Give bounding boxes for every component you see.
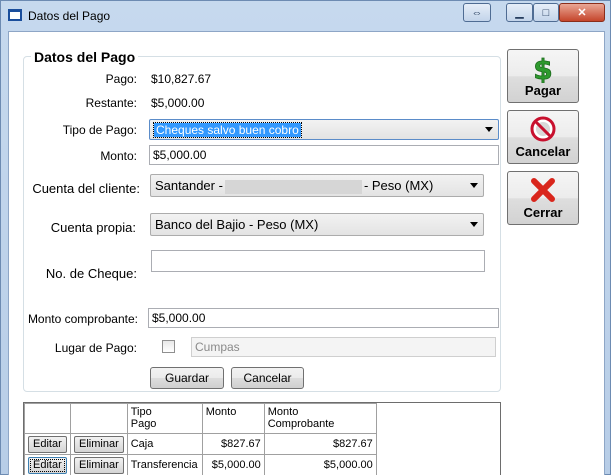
- window-client: Datos del Pago Pago: $10,827.67 Restante…: [8, 31, 605, 475]
- guardar-button[interactable]: Guardar: [150, 367, 224, 389]
- payment-window: Datos del Pago ⇔ ▁ □ ✕ Datos del Pago Pa…: [0, 0, 611, 475]
- restante-value: $5,000.00: [151, 96, 205, 110]
- cuenta-propia-selected: Banco del Bajio - Peso (MX): [155, 217, 319, 232]
- lugar-pago-checkbox[interactable]: [162, 340, 175, 353]
- row-monto: $827.67: [201, 433, 265, 455]
- cuenta-cliente-label: Cuenta del cliente:: [32, 181, 140, 196]
- grid-header-row: Tipo Pago Monto Monto Comprobante: [24, 403, 377, 434]
- cerrar-button[interactable]: Cerrar: [507, 171, 579, 225]
- grid-header-edit: [24, 403, 71, 434]
- row-tipo: Caja: [126, 433, 203, 455]
- chevron-down-icon: [470, 222, 478, 227]
- lugar-pago-input[interactable]: Cumpas: [191, 337, 496, 357]
- cuenta-cliente-select[interactable]: Santander - - Peso (MX): [150, 174, 484, 197]
- window-title: Datos del Pago: [28, 9, 111, 23]
- cancelar-button[interactable]: Cancelar: [507, 110, 579, 164]
- cancelar-form-button[interactable]: Cancelar: [231, 367, 304, 389]
- chevron-down-icon: [470, 183, 478, 188]
- cerrar-label: Cerrar: [523, 205, 563, 220]
- maximize-button[interactable]: □: [533, 3, 559, 22]
- grid-header-monto[interactable]: Monto: [201, 403, 265, 434]
- monto-comprobante-label: Monto comprobante:: [27, 312, 138, 326]
- monto-label: Monto:: [100, 149, 137, 163]
- table-row: Editar Eliminar Caja $827.67 $827.67: [24, 433, 377, 455]
- row-comprobante: $827.67: [263, 433, 377, 455]
- row-tipo: Transferencia: [126, 454, 203, 475]
- cuenta-propia-label: Cuenta propia:: [50, 220, 136, 235]
- table-row: Editar Eliminar Transferencia $5,000.00 …: [24, 454, 377, 475]
- edit-button[interactable]: Editar: [28, 456, 67, 474]
- chevron-down-icon: [485, 127, 493, 132]
- group-title: Datos del Pago: [31, 49, 139, 65]
- tipo-pago-label: Tipo de Pago:: [62, 123, 137, 137]
- cuenta-cliente-suffix: - Peso (MX): [363, 178, 434, 193]
- resize-arrows-icon[interactable]: ⇔: [463, 3, 491, 22]
- delete-button[interactable]: Eliminar: [74, 456, 124, 474]
- cancelar-label: Cancelar: [515, 144, 571, 159]
- cuenta-cliente-prefix: Santander -: [155, 178, 223, 193]
- pagar-label: Pagar: [524, 83, 562, 98]
- cancel-icon: [530, 116, 556, 142]
- grid-header-tipo[interactable]: Tipo Pago: [126, 403, 203, 434]
- pago-label: Pago:: [105, 72, 137, 86]
- grid-header-delete: [70, 403, 128, 434]
- svg-text:$: $: [533, 53, 552, 83]
- title-bar[interactable]: Datos del Pago ⇔ ▁ □ ✕: [1, 1, 610, 31]
- cuenta-propia-select[interactable]: Banco del Bajio - Peso (MX): [150, 213, 484, 236]
- lugar-pago-label: Lugar de Pago:: [54, 341, 137, 355]
- cheque-input[interactable]: [151, 250, 485, 272]
- redacted-account-number: [224, 179, 362, 194]
- pagar-button[interactable]: $ Pagar: [507, 49, 579, 103]
- cheque-label: No. de Cheque:: [45, 266, 137, 281]
- app-icon: [8, 9, 22, 21]
- close-x-icon: [530, 177, 556, 203]
- close-button[interactable]: ✕: [559, 3, 605, 22]
- monto-comprobante-input[interactable]: $5,000.00: [148, 308, 499, 328]
- pago-value: $10,827.67: [151, 72, 212, 86]
- monto-input[interactable]: $5,000.00: [149, 145, 499, 165]
- edit-button[interactable]: Editar: [28, 435, 67, 453]
- row-comprobante: $5,000.00: [263, 454, 377, 475]
- tipo-pago-selected: Cheques salvo buen cobro: [153, 122, 302, 138]
- row-monto: $5,000.00: [201, 454, 265, 475]
- minimize-button[interactable]: ▁: [506, 3, 533, 22]
- grid-header-comprobante[interactable]: Monto Comprobante: [263, 403, 377, 434]
- delete-button[interactable]: Eliminar: [74, 435, 124, 453]
- tipo-pago-select[interactable]: Cheques salvo buen cobro: [149, 119, 499, 140]
- payments-grid: Tipo Pago Monto Monto Comprobante Editar…: [23, 402, 501, 475]
- dollar-icon: $: [530, 53, 556, 83]
- restante-label: Restante:: [85, 96, 137, 110]
